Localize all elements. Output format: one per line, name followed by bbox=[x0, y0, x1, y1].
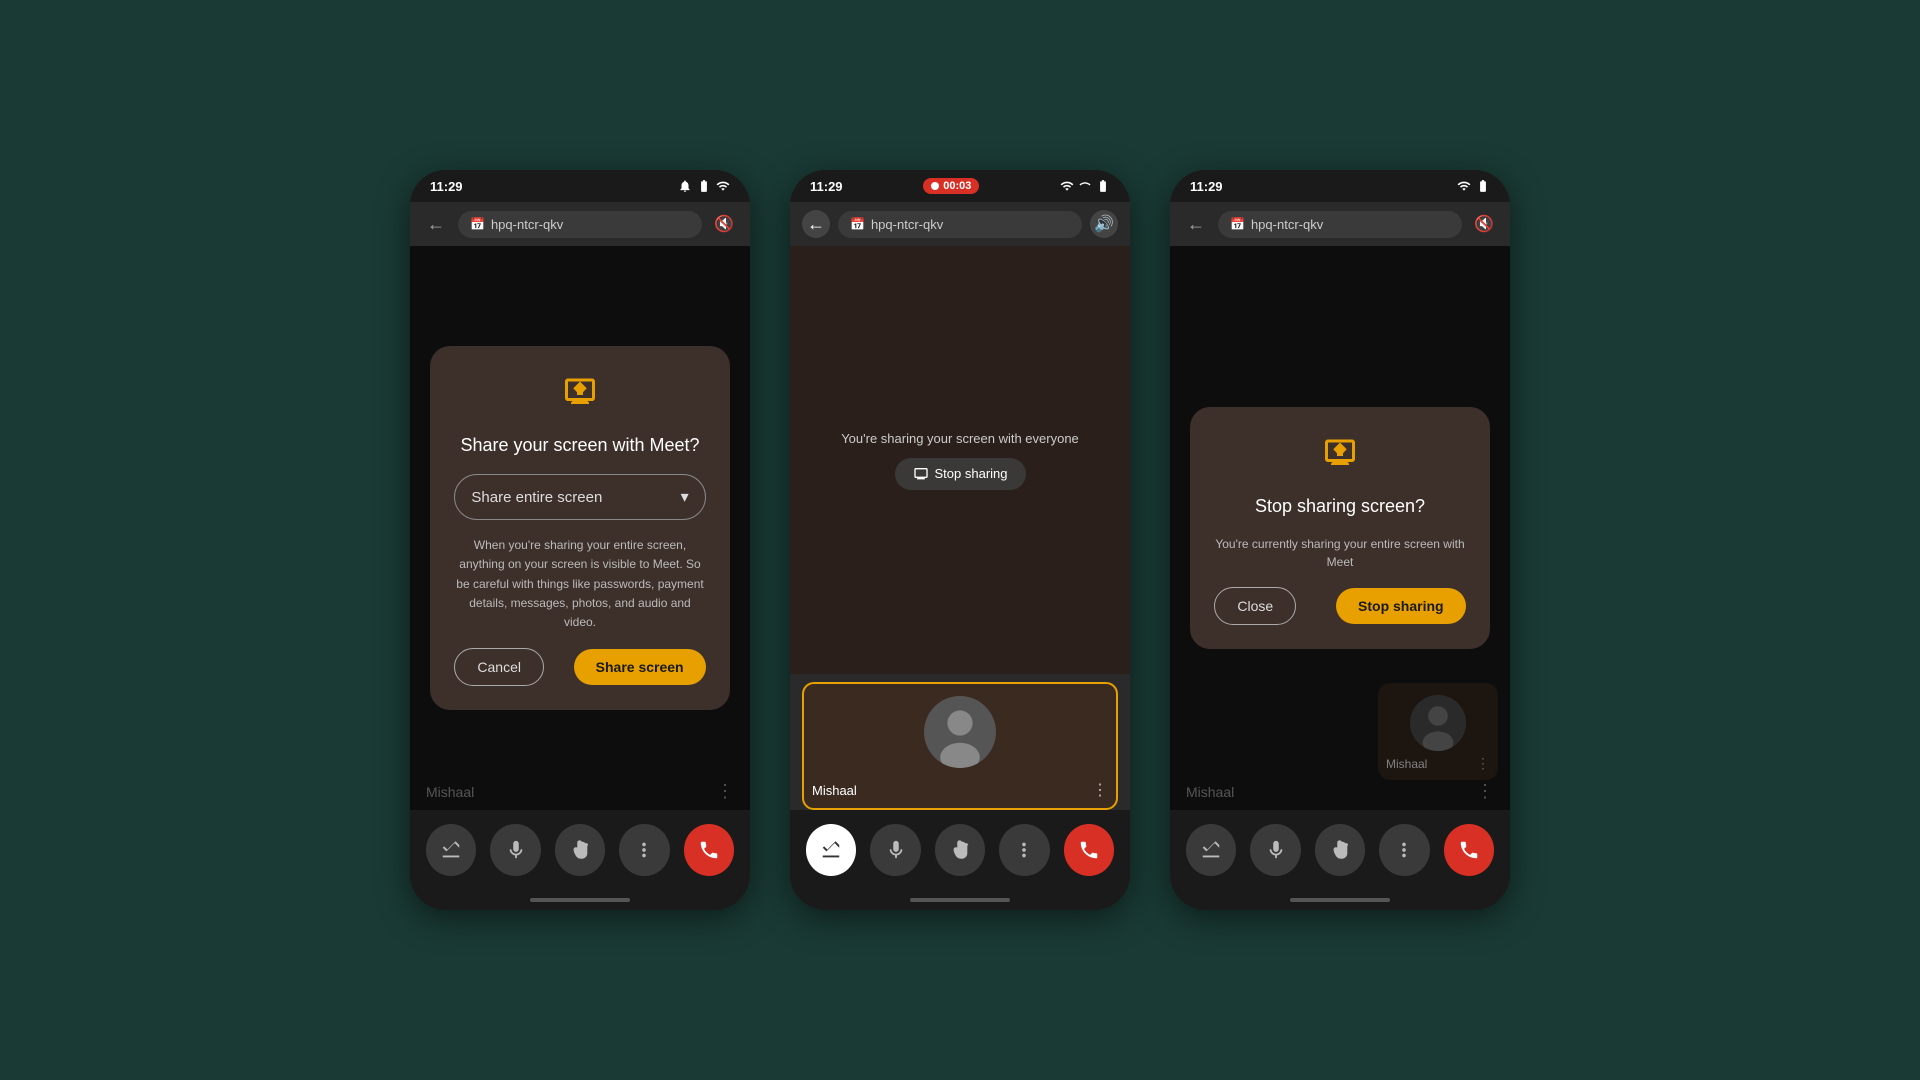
phone-3: 11:29 ← 📅 hpq-ntcr-qkv 🔇 Mishaal ⋮ bbox=[1170, 170, 1510, 910]
camera-toggle-button-2[interactable] bbox=[806, 824, 856, 876]
modal-title-3: Stop sharing screen? bbox=[1255, 494, 1425, 519]
url-bar-2[interactable]: 📅 hpq-ntcr-qkv bbox=[838, 211, 1082, 238]
signal-icon-2 bbox=[1079, 179, 1091, 193]
more-options-button-2[interactable] bbox=[999, 824, 1049, 876]
status-time-2: 11:29 bbox=[810, 179, 843, 194]
dropdown-value: Share entire screen bbox=[471, 489, 602, 506]
phone-1: 11:29 ← 📅 hpq-ntcr-qkv 🔇 Mishaal ⋮ bbox=[410, 170, 750, 910]
participant-name-text-2: Mishaal bbox=[812, 783, 857, 798]
stop-share-icon bbox=[913, 466, 929, 482]
modal-actions-3: Close Stop sharing bbox=[1214, 587, 1465, 625]
status-icons-3 bbox=[1457, 179, 1490, 193]
modal-title-1: Share your screen with Meet? bbox=[460, 433, 699, 458]
call-controls-3 bbox=[1170, 810, 1510, 890]
avatar-2 bbox=[924, 696, 996, 768]
status-bar-3: 11:29 bbox=[1170, 170, 1510, 202]
modal-card-3: Stop sharing screen? You're currently sh… bbox=[1190, 407, 1489, 649]
cancel-button[interactable]: Cancel bbox=[454, 648, 544, 686]
calendar-icon-3: 📅 bbox=[1230, 217, 1245, 231]
status-time-3: 11:29 bbox=[1190, 179, 1223, 194]
screen-share-icon-3 bbox=[1322, 435, 1358, 478]
camera-toggle-button-1[interactable] bbox=[426, 824, 476, 876]
recording-badge: 00:03 bbox=[923, 178, 979, 194]
back-button-3[interactable]: ← bbox=[1182, 210, 1210, 238]
back-button-1[interactable]: ← bbox=[422, 210, 450, 238]
stop-sharing-button[interactable]: Stop sharing bbox=[895, 458, 1026, 490]
phone-2: 11:29 00:03 ← 📅 hpq-ntcr-qkv 🔊 You're sh… bbox=[790, 170, 1130, 910]
screen-share-area: You're sharing your screen with everyone… bbox=[790, 246, 1130, 674]
close-button[interactable]: Close bbox=[1214, 587, 1296, 625]
wifi-icon-3 bbox=[1457, 179, 1471, 193]
modal-warning-text: When you're sharing your entire screen, … bbox=[454, 536, 705, 632]
status-icons-1 bbox=[678, 179, 730, 193]
raise-hand-button-2[interactable] bbox=[935, 824, 985, 876]
modal-card-1: Share your screen with Meet? Share entir… bbox=[430, 346, 729, 710]
home-indicator-1 bbox=[410, 890, 750, 910]
home-bar-3 bbox=[1290, 898, 1390, 902]
sound-button-1[interactable]: 🔇 bbox=[710, 210, 738, 238]
recording-time: 00:03 bbox=[943, 180, 971, 192]
url-bar-1[interactable]: 📅 hpq-ntcr-qkv bbox=[458, 211, 702, 238]
camera-toggle-button-3[interactable] bbox=[1186, 824, 1236, 876]
home-bar-2 bbox=[910, 898, 1010, 902]
call-controls-2 bbox=[790, 810, 1130, 890]
chevron-down-icon: ▾ bbox=[681, 487, 689, 507]
browser-bar-1: ← 📅 hpq-ntcr-qkv 🔇 bbox=[410, 202, 750, 246]
participant-more-2[interactable]: ⋮ bbox=[1092, 780, 1108, 800]
raise-hand-button-3[interactable] bbox=[1315, 824, 1365, 876]
phone3-content: Mishaal ⋮ Mishaal ⋮ bbox=[1170, 246, 1510, 810]
stop-sharing-confirm-button[interactable]: Stop sharing bbox=[1336, 588, 1466, 624]
url-text-1: hpq-ntcr-qkv bbox=[491, 217, 563, 232]
status-time-1: 11:29 bbox=[430, 179, 463, 194]
share-type-dropdown[interactable]: Share entire screen ▾ bbox=[454, 474, 705, 520]
home-bar-1 bbox=[530, 898, 630, 902]
mic-button-3[interactable] bbox=[1250, 824, 1300, 876]
recording-dot bbox=[931, 182, 939, 190]
screen-share-icon-1 bbox=[562, 374, 598, 417]
share-screen-modal: Share your screen with Meet? Share entir… bbox=[410, 246, 750, 810]
more-options-button-3[interactable] bbox=[1379, 824, 1429, 876]
raise-hand-button-1[interactable] bbox=[555, 824, 605, 876]
modal-subtitle-3: You're currently sharing your entire scr… bbox=[1214, 535, 1465, 571]
participant-label-2: Mishaal ⋮ bbox=[804, 780, 1116, 808]
battery-icon bbox=[697, 179, 711, 193]
participant-tile-area-2: Mishaal ⋮ bbox=[790, 674, 1130, 810]
sharing-status-text: You're sharing your screen with everyone bbox=[841, 431, 1079, 446]
status-icons-2 bbox=[1060, 179, 1110, 193]
phone2-content: You're sharing your screen with everyone… bbox=[790, 246, 1130, 810]
notification-icon bbox=[678, 179, 692, 193]
modal-actions-1: Cancel Share screen bbox=[454, 648, 705, 686]
stop-sharing-modal: Stop sharing screen? You're currently sh… bbox=[1170, 246, 1510, 810]
url-bar-3[interactable]: 📅 hpq-ntcr-qkv bbox=[1218, 211, 1462, 238]
calendar-icon-1: 📅 bbox=[470, 217, 485, 231]
url-text-2: hpq-ntcr-qkv bbox=[871, 217, 943, 232]
participant-inner-2 bbox=[804, 684, 1116, 780]
end-call-button-3[interactable] bbox=[1444, 824, 1494, 876]
more-options-button-1[interactable] bbox=[619, 824, 669, 876]
sound-button-2[interactable]: 🔊 bbox=[1090, 210, 1118, 238]
wifi-icon-2 bbox=[1060, 179, 1074, 193]
stop-sharing-label: Stop sharing bbox=[935, 466, 1008, 481]
share-screen-button[interactable]: Share screen bbox=[574, 649, 706, 685]
calendar-icon-2: 📅 bbox=[850, 217, 865, 231]
home-indicator-3 bbox=[1170, 890, 1510, 910]
battery-icon-3 bbox=[1476, 179, 1490, 193]
status-bar-1: 11:29 bbox=[410, 170, 750, 202]
end-call-button-2[interactable] bbox=[1064, 824, 1114, 876]
home-indicator-2 bbox=[790, 890, 1130, 910]
wifi-icon bbox=[716, 179, 730, 193]
end-call-button-1[interactable] bbox=[684, 824, 734, 876]
status-bar-2: 11:29 00:03 bbox=[790, 170, 1130, 202]
mic-button-1[interactable] bbox=[490, 824, 540, 876]
browser-bar-3: ← 📅 hpq-ntcr-qkv 🔇 bbox=[1170, 202, 1510, 246]
participant-tile-2: Mishaal ⋮ bbox=[802, 682, 1118, 810]
browser-bar-2: ← 📅 hpq-ntcr-qkv 🔊 bbox=[790, 202, 1130, 246]
battery-icon-2 bbox=[1096, 179, 1110, 193]
back-button-2[interactable]: ← bbox=[802, 210, 830, 238]
mic-button-2[interactable] bbox=[870, 824, 920, 876]
url-text-3: hpq-ntcr-qkv bbox=[1251, 217, 1323, 232]
call-controls-1 bbox=[410, 810, 750, 890]
phone1-content: Mishaal ⋮ Share your screen with Meet? S… bbox=[410, 246, 750, 810]
sound-button-3[interactable]: 🔇 bbox=[1470, 210, 1498, 238]
